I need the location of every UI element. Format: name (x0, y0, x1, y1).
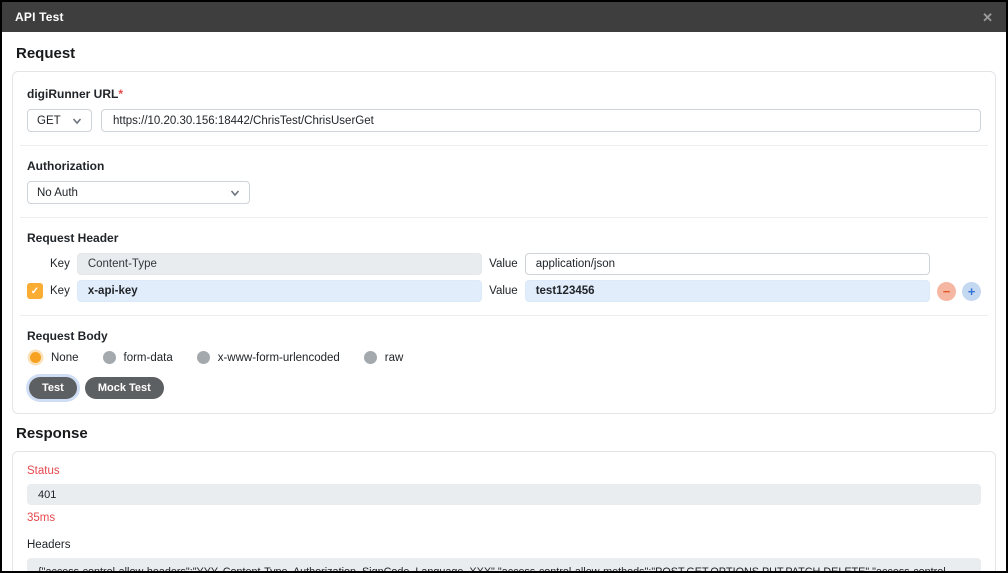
response-headers-label: Headers (27, 539, 981, 551)
mock-test-button[interactable]: Mock Test (85, 377, 164, 399)
value-label: Value (489, 285, 518, 297)
status-code-box: 401 (27, 484, 981, 505)
header-key-input[interactable]: Content-Type (77, 253, 482, 275)
radio-label: x-www-form-urlencoded (218, 352, 340, 364)
radio-raw[interactable]: raw (364, 351, 404, 364)
test-button[interactable]: Test (29, 377, 77, 399)
chevron-down-icon (72, 116, 82, 126)
authorization-select[interactable]: No Auth (27, 181, 250, 204)
elapsed-time: 35ms (27, 512, 981, 524)
remove-header-button[interactable]: − (937, 282, 956, 301)
response-heading: Response (16, 425, 992, 442)
header-row: ✓ Key x-api-key Value test123456 − + (27, 280, 981, 302)
header-row: Key Content-Type Value application/json (27, 253, 981, 275)
row-actions: − + (937, 282, 981, 301)
authorization-label: Authorization (27, 159, 981, 173)
key-label: Key (50, 285, 70, 297)
request-body-type-group: None form-data x-www-form-urlencoded raw (29, 351, 979, 364)
authorization-selected-value: No Auth (37, 187, 78, 199)
header-row-checkbox[interactable]: ✓ (27, 283, 43, 299)
request-header-label: Request Header (27, 231, 981, 245)
header-value-input[interactable]: test123456 (525, 280, 930, 302)
required-marker: * (118, 87, 123, 101)
radio-x-www-form-urlencoded[interactable]: x-www-form-urlencoded (197, 351, 340, 364)
divider (20, 217, 988, 218)
divider (20, 145, 988, 146)
url-label: digiRunner URL* (27, 87, 981, 101)
key-label: Key (50, 258, 70, 270)
response-headers-box: {"access-control-allow-headers":"YYY, Co… (27, 558, 981, 571)
request-buttons: Test Mock Test (29, 377, 981, 399)
header-value-input[interactable]: application/json (525, 253, 930, 275)
radio-unselected-icon (103, 351, 116, 364)
add-header-button[interactable]: + (962, 282, 981, 301)
url-row: GET https://10.20.30.156:18442/ChrisTest… (27, 109, 981, 132)
dialog-titlebar: API Test ✕ (2, 2, 1006, 32)
response-card: Status 401 35ms Headers {"access-control… (12, 451, 996, 571)
request-card: digiRunner URL* GET https://10.20.30.156… (12, 71, 996, 414)
radio-unselected-icon (364, 351, 377, 364)
method-select[interactable]: GET (27, 109, 92, 132)
radio-label: form-data (124, 352, 173, 364)
request-heading: Request (16, 45, 992, 62)
radio-label: None (51, 352, 79, 364)
divider (20, 315, 988, 316)
dialog-title: API Test (15, 10, 64, 24)
header-key-input[interactable]: x-api-key (77, 280, 482, 302)
api-test-dialog: API Test ✕ Request digiRunner URL* GET h… (0, 0, 1008, 573)
request-body-label: Request Body (27, 329, 981, 343)
radio-form-data[interactable]: form-data (103, 351, 173, 364)
url-input[interactable]: https://10.20.30.156:18442/ChrisTest/Chr… (101, 109, 981, 132)
url-label-text: digiRunner URL (27, 87, 118, 101)
method-selected-value: GET (37, 115, 61, 127)
close-icon[interactable]: ✕ (982, 11, 993, 24)
value-label: Value (489, 258, 518, 270)
radio-label: raw (385, 352, 404, 364)
dialog-content: Request digiRunner URL* GET https://10.2… (2, 32, 1006, 571)
checkbox-spacer (27, 256, 43, 272)
chevron-down-icon (230, 188, 240, 198)
radio-unselected-icon (197, 351, 210, 364)
radio-none[interactable]: None (29, 351, 79, 364)
status-label: Status (27, 465, 981, 477)
radio-selected-icon (30, 352, 41, 363)
